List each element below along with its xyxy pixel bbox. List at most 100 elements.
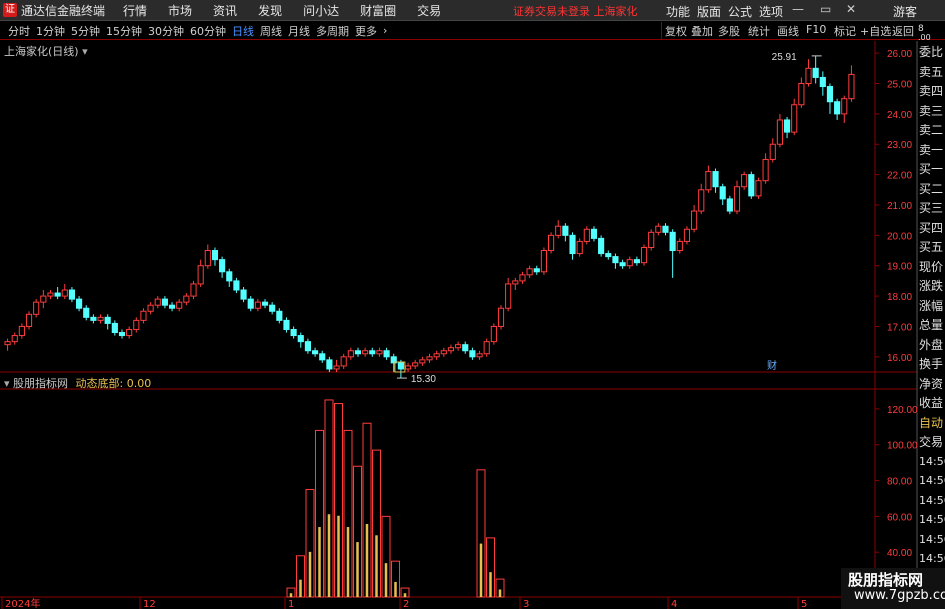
corner-value: .00 <box>918 33 931 42</box>
period-more[interactable]: 更多 <box>355 23 377 39</box>
menu-caifuquan[interactable]: 财富圈 <box>360 2 396 19</box>
period-1min[interactable]: 1分钟 <box>36 23 65 39</box>
candle-body <box>490 325 497 343</box>
indicator-series-label: 动态底部: <box>75 377 124 390</box>
minimize-icon[interactable]: — <box>792 2 804 16</box>
period-fenshi[interactable]: 分时 <box>8 23 30 39</box>
tool-fanhui[interactable]: 返回 <box>892 23 914 39</box>
candle-body <box>283 319 290 330</box>
quote-panel-label: 卖三 <box>919 103 944 118</box>
tool-f10[interactable]: F10 <box>806 23 826 36</box>
candle-body <box>447 347 455 352</box>
period-daily[interactable]: 日线 <box>232 23 254 39</box>
quote-panel-label: 买四 <box>919 220 944 235</box>
dropdown-icon[interactable]: ▾ <box>4 377 10 390</box>
indicator-inner-bar <box>498 589 502 597</box>
login-warning[interactable]: 证券交易未登录 上海家化 <box>513 3 638 19</box>
candle-body <box>340 356 347 367</box>
indicator-inner-bar <box>308 551 312 597</box>
period-30min[interactable]: 30分钟 <box>148 23 184 39</box>
indicator-tick-label: 60.00 <box>887 512 912 523</box>
time-tick-label: 4 <box>671 599 677 609</box>
time-tick-label: 2 <box>403 599 409 609</box>
candle-body <box>426 356 433 361</box>
candle-body <box>712 171 719 188</box>
candle-body <box>569 234 576 255</box>
menu-faxian[interactable]: 发现 <box>258 2 282 19</box>
candle-body <box>476 353 483 358</box>
tool-biaoji[interactable]: 标记 <box>834 23 856 39</box>
candle-body <box>176 301 183 309</box>
candle-body <box>161 298 168 306</box>
menu-wenxiaoda[interactable]: 问小达 <box>303 2 339 19</box>
tool-duogu[interactable]: 多股 <box>718 23 740 39</box>
period-weekly[interactable]: 周线 <box>260 23 282 39</box>
candle-body <box>404 365 412 370</box>
price-tick-label: 23.00 <box>887 140 912 151</box>
menu-xuanxiang[interactable]: 选项 <box>759 3 783 20</box>
menu-zixun[interactable]: 资讯 <box>213 2 237 19</box>
candle-body <box>304 341 312 352</box>
time-tick-label: 5 <box>801 599 807 609</box>
candle-body <box>390 356 397 364</box>
candle-body <box>190 283 197 297</box>
menu-jiaoyi[interactable]: 交易 <box>417 2 441 19</box>
quote-panel-label: 外盘 <box>919 337 944 352</box>
indicator-inner-bar <box>479 543 483 597</box>
indicator-bar <box>353 465 362 598</box>
indicator-bar <box>315 429 324 598</box>
period-15min[interactable]: 15分钟 <box>106 23 142 39</box>
candle-body <box>633 259 640 264</box>
candle-body <box>590 228 598 239</box>
menu-banmian[interactable]: 版面 <box>697 3 721 20</box>
menu-gongshi[interactable]: 公式 <box>728 3 752 20</box>
close-icon[interactable]: ✕ <box>846 2 856 16</box>
quote-panel-label: 买三 <box>919 201 944 215</box>
tool-tongji[interactable]: 统计 <box>748 23 770 39</box>
indicator-name[interactable]: 股朋指标网 <box>13 377 68 390</box>
tool-fuquan[interactable]: 复权 <box>665 23 687 39</box>
price-tick-label: 24.00 <box>887 110 912 121</box>
menu-gongneng[interactable]: 功能 <box>666 3 690 20</box>
tool-diejia[interactable]: 叠加 <box>691 23 713 39</box>
period-60min[interactable]: 60分钟 <box>190 23 226 39</box>
candle-body <box>254 301 261 309</box>
candle-body <box>140 310 147 321</box>
candle-body <box>705 171 712 191</box>
indicator-inner-bar <box>403 593 407 597</box>
period-5min[interactable]: 5分钟 <box>71 23 100 39</box>
guest-label[interactable]: 游客 <box>893 3 917 20</box>
low-annotation: 15.30 <box>411 374 436 385</box>
candle-body <box>526 268 533 276</box>
quote-panel-label: 换手 <box>919 357 944 371</box>
tool-huaxian[interactable]: 画线 <box>777 23 799 39</box>
candle-body <box>783 119 791 133</box>
tool-zixuan[interactable]: +自选 <box>860 23 891 39</box>
candle-body <box>233 280 240 291</box>
candle-body <box>455 344 462 349</box>
indicator-inner-bar <box>356 542 359 597</box>
candle-body <box>433 353 440 358</box>
dropdown-icon[interactable]: ▾ <box>82 45 88 58</box>
menu-hangqing[interactable]: 行情 <box>123 2 147 19</box>
period-multi[interactable]: 多周期 <box>316 23 349 39</box>
candle-body <box>555 225 562 236</box>
indicator-bar <box>324 399 334 598</box>
chevron-right-icon[interactable]: › <box>383 24 387 37</box>
finance-icon: 财 <box>767 359 777 372</box>
high-annotation: 25.91 <box>772 52 797 63</box>
price-tick-label: 22.00 <box>887 171 912 182</box>
period-monthly[interactable]: 月线 <box>288 23 310 39</box>
indicator-bar <box>476 469 486 598</box>
candle-body <box>183 295 190 303</box>
candle-body <box>505 283 512 309</box>
maximize-icon[interactable]: ▭ <box>820 2 831 16</box>
candle-body <box>791 104 798 133</box>
candle-body <box>497 307 505 327</box>
indicator-tick-label: 120.00 <box>887 405 918 416</box>
candle-body <box>11 335 18 343</box>
candle-body <box>18 325 25 337</box>
indicator-bar <box>381 515 391 598</box>
quote-panel-label: 现价 <box>919 259 944 274</box>
menu-shichang[interactable]: 市场 <box>168 2 192 19</box>
